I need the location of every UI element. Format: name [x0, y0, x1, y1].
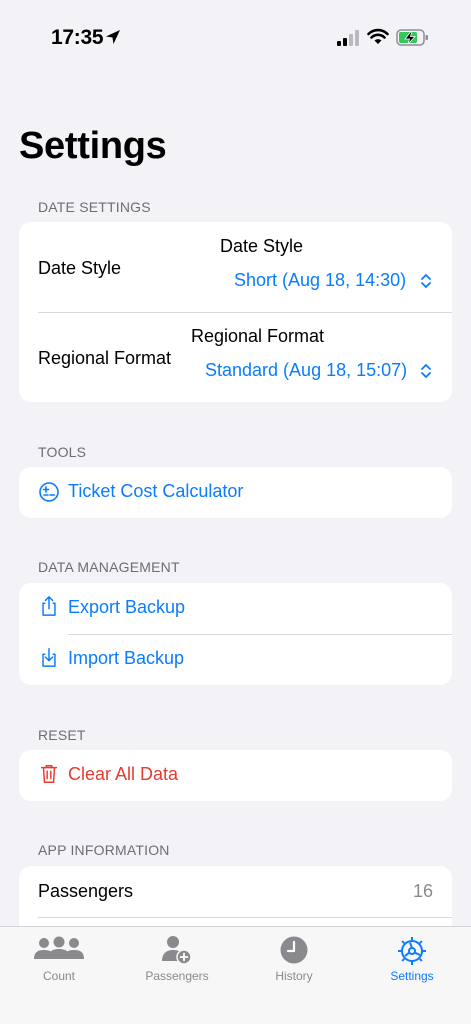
section-header-data-management: DATA MANAGEMENT — [38, 559, 180, 575]
regional-format-picker-value[interactable]: Standard (Aug 18, 15:07) — [205, 360, 407, 381]
share-icon — [42, 596, 56, 616]
plus-minus-circle-icon — [39, 482, 59, 502]
tab-history-label: History — [275, 969, 313, 983]
regional-format-picker-title: Regional Format — [191, 326, 325, 346]
date-style-row[interactable]: Date Style Date Style Short (Aug 18, 14:… — [19, 222, 452, 312]
row-divider — [38, 917, 452, 918]
regional-format-label: Regional Format — [38, 348, 172, 368]
trash-icon — [40, 765, 58, 783]
date-style-picker-value[interactable]: Short (Aug 18, 14:30) — [234, 270, 406, 291]
wifi-icon — [367, 28, 389, 44]
tools-card: Ticket Cost Calculator — [19, 467, 452, 518]
status-bar: 17:35 — [0, 0, 471, 70]
clock-icon — [280, 936, 308, 964]
chevron-up-down-icon — [421, 364, 431, 378]
page-title: Settings — [19, 125, 167, 167]
date-style-label: Date Style — [38, 258, 122, 278]
clear-all-data-button[interactable]: Clear All Data — [19, 750, 452, 801]
date-style-picker-title: Date Style — [220, 236, 304, 256]
import-backup-button[interactable]: Import Backup — [19, 634, 452, 685]
cellular-signal-icon — [337, 30, 359, 46]
battery-charging-icon — [396, 29, 428, 46]
ticket-cost-calculator-button[interactable]: Ticket Cost Calculator — [19, 467, 452, 518]
tab-passengers[interactable]: Passengers — [118, 927, 236, 997]
section-header-reset: RESET — [38, 727, 86, 743]
passengers-info-row: Passengers 16 — [19, 866, 452, 917]
passengers-info-value: 16 — [412, 881, 433, 901]
download-icon — [42, 648, 56, 667]
tab-count-label: Count — [42, 969, 76, 983]
data-management-card: Export Backup Import Backup — [19, 583, 452, 685]
person-add-icon — [162, 936, 192, 965]
section-header-app-information: APP INFORMATION — [38, 842, 170, 858]
tab-bar: Count Passengers History Settings — [0, 926, 471, 1024]
tab-count[interactable]: Count — [0, 927, 118, 997]
ticket-cost-calculator-label: Ticket Cost Calculator — [68, 481, 244, 501]
tab-history[interactable]: History — [235, 927, 353, 997]
import-backup-label: Import Backup — [68, 648, 185, 668]
section-header-tools: TOOLS — [38, 444, 87, 460]
tab-settings-label: Settings — [390, 969, 434, 983]
passengers-info-label: Passengers — [38, 881, 134, 901]
regional-format-row[interactable]: Regional Format Regional Format Standard… — [19, 312, 452, 402]
people-group-icon — [34, 936, 84, 959]
tab-settings[interactable]: Settings — [353, 927, 471, 997]
tab-passengers-label: Passengers — [145, 969, 209, 983]
chevron-up-down-icon — [421, 274, 431, 288]
date-settings-card: Date Style Date Style Short (Aug 18, 14:… — [19, 222, 452, 402]
clear-all-data-label: Clear All Data — [68, 764, 179, 784]
location-arrow-icon — [106, 30, 120, 44]
reset-card: Clear All Data — [19, 750, 452, 801]
export-backup-button[interactable]: Export Backup — [19, 583, 452, 634]
status-time: 17:35 — [51, 26, 104, 49]
section-header-date-settings: DATE SETTINGS — [38, 199, 151, 215]
gear-icon — [398, 937, 426, 965]
export-backup-label: Export Backup — [68, 597, 186, 617]
